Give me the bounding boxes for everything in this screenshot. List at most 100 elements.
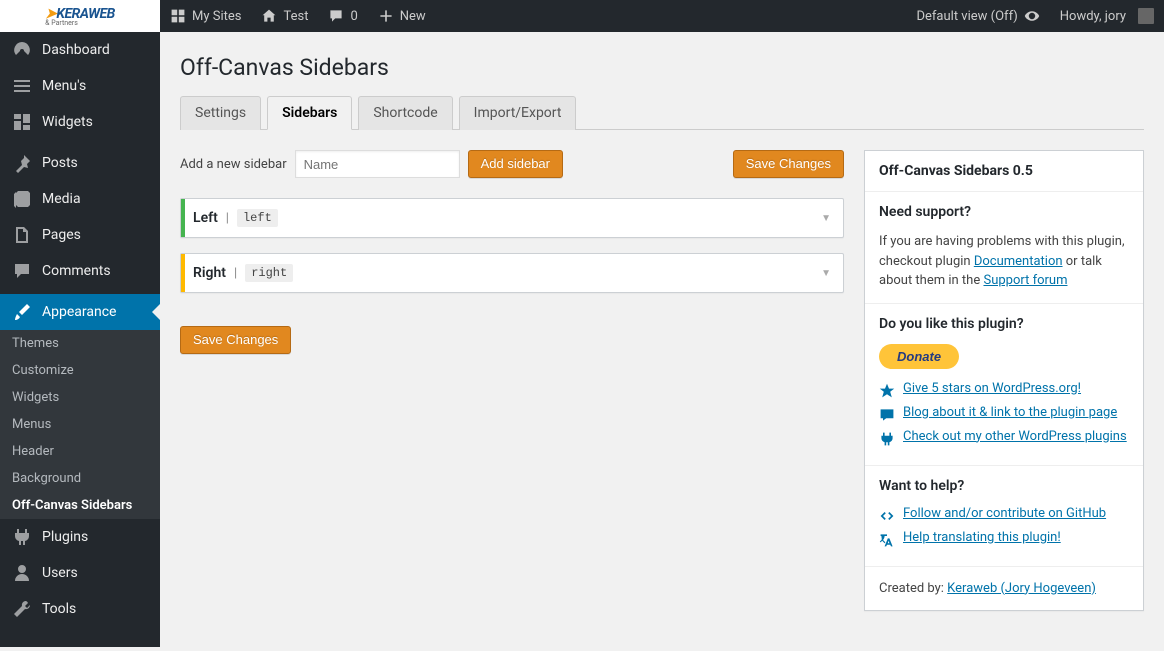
translate-link[interactable]: Help translating this plugin!: [903, 530, 1061, 545]
tab-nav: Settings Sidebars Shortcode Import/Expor…: [180, 96, 1144, 130]
documentation-link[interactable]: Documentation: [974, 254, 1063, 269]
blog-icon: [879, 407, 895, 423]
plus-icon: [378, 8, 394, 24]
translate-icon: [879, 532, 895, 548]
tab-settings[interactable]: Settings: [180, 96, 261, 130]
avatar: [1138, 8, 1154, 24]
submenu-header[interactable]: Header: [0, 438, 160, 465]
like-heading: Do you like this plugin?: [879, 316, 1129, 332]
status-border: [181, 254, 185, 292]
sidebar-name-input[interactable]: [295, 150, 460, 178]
menu-comments[interactable]: Comments: [0, 253, 160, 289]
my-sites-menu[interactable]: My Sites: [160, 0, 251, 32]
wrench-icon: [12, 599, 32, 619]
add-sidebar-label: Add a new sidebar: [180, 157, 287, 172]
created-by: Created by: Keraweb (Jory Hogeveen): [879, 579, 1129, 599]
tab-import-export[interactable]: Import/Export: [459, 96, 577, 130]
menu-posts[interactable]: Posts: [0, 145, 160, 181]
help-heading: Want to help?: [879, 478, 1129, 494]
home-icon: [261, 8, 277, 24]
page-icon: [12, 225, 32, 245]
submenu-themes[interactable]: Themes: [0, 330, 160, 357]
github-link[interactable]: Follow and/or contribute on GitHub: [903, 506, 1106, 521]
metabox-toggle-head[interactable]: Right | right ▼: [181, 254, 843, 292]
sidebar-title: Right: [193, 265, 226, 281]
site-name-label: Test: [283, 9, 308, 24]
menu-icon: [12, 76, 32, 96]
other-plugins-link[interactable]: Check out my other WordPress plugins: [903, 429, 1127, 444]
comment-count: 0: [350, 9, 357, 24]
menu-users[interactable]: Users: [0, 555, 160, 591]
add-sidebar-button[interactable]: Add sidebar: [468, 150, 563, 178]
menu-dashboard[interactable]: Dashboard: [0, 32, 160, 68]
menu-label: Comments: [42, 263, 111, 279]
admin-toolbar: ➤KERAWEB & Partners My Sites Test 0 New …: [0, 0, 1164, 32]
submenu-menus[interactable]: Menus: [0, 411, 160, 438]
support-forum-link[interactable]: Support forum: [983, 273, 1067, 288]
page-title: Off-Canvas Sidebars: [180, 54, 1144, 81]
donate-button[interactable]: Donate: [879, 344, 959, 369]
panel-version-title: Off-Canvas Sidebars 0.5: [879, 163, 1129, 179]
menu-widgets-top[interactable]: Widgets: [0, 104, 160, 140]
content-area: Off-Canvas Sidebars Settings Sidebars Sh…: [160, 32, 1164, 651]
list-item: Give 5 stars on WordPress.org!: [879, 381, 1129, 399]
sidebar-metabox: Left | left ▼: [180, 198, 844, 238]
info-panel: Off-Canvas Sidebars 0.5 Need support? If…: [864, 150, 1144, 611]
brush-icon: [12, 302, 32, 322]
chevron-down-icon: ▼: [821, 268, 831, 279]
submenu-widgets[interactable]: Widgets: [0, 384, 160, 411]
menu-plugins[interactable]: Plugins: [0, 519, 160, 555]
menu-label: Users: [42, 565, 78, 581]
new-content-menu[interactable]: New: [368, 0, 436, 32]
support-heading: Need support?: [879, 204, 1129, 220]
default-view-label: Default view (Off): [916, 9, 1017, 24]
sites-icon: [170, 8, 186, 24]
add-sidebar-row: Add a new sidebar Add sidebar Save Chang…: [180, 150, 844, 178]
rate-link[interactable]: Give 5 stars on WordPress.org!: [903, 381, 1081, 396]
comments-link[interactable]: 0: [318, 0, 367, 32]
site-logo[interactable]: ➤KERAWEB & Partners: [0, 0, 160, 32]
menu-menus[interactable]: Menu's: [0, 68, 160, 104]
tab-shortcode[interactable]: Shortcode: [358, 96, 452, 130]
menu-label: Menu's: [42, 78, 86, 94]
admin-sidebar: Dashboard Menu's Widgets Posts Media Pag…: [0, 32, 160, 647]
sidebar-slug: left: [237, 209, 278, 227]
menu-label: Pages: [42, 227, 81, 243]
sidebar-metabox: Right | right ▼: [180, 253, 844, 293]
list-item: Help translating this plugin!: [879, 530, 1129, 548]
my-sites-label: My Sites: [192, 9, 241, 24]
separator: |: [234, 266, 237, 281]
menu-label: Widgets: [42, 114, 93, 130]
star-icon: [879, 383, 895, 399]
submenu-customize[interactable]: Customize: [0, 357, 160, 384]
submenu-off-canvas[interactable]: Off-Canvas Sidebars: [0, 492, 160, 519]
menu-label: Media: [42, 191, 81, 207]
plugin-icon: [12, 527, 32, 547]
sidebar-slug: right: [245, 264, 293, 282]
list-item: Check out my other WordPress plugins: [879, 429, 1129, 447]
site-link[interactable]: Test: [251, 0, 318, 32]
menu-label: Dashboard: [42, 42, 110, 58]
metabox-toggle-head[interactable]: Left | left ▼: [181, 199, 843, 237]
plugin-icon: [879, 431, 895, 447]
widgets-icon: [12, 112, 32, 132]
author-link[interactable]: Keraweb (Jory Hogeveen): [947, 581, 1096, 596]
media-icon: [12, 189, 32, 209]
default-view-toggle[interactable]: Default view (Off): [906, 0, 1049, 32]
blog-link[interactable]: Blog about it & link to the plugin page: [903, 405, 1117, 420]
save-changes-button-bottom[interactable]: Save Changes: [180, 326, 291, 354]
code-icon: [879, 508, 895, 524]
user-menu[interactable]: Howdy, jory: [1050, 0, 1164, 32]
menu-appearance[interactable]: Appearance: [0, 294, 160, 330]
menu-pages[interactable]: Pages: [0, 217, 160, 253]
submenu-background[interactable]: Background: [0, 465, 160, 492]
menu-media[interactable]: Media: [0, 181, 160, 217]
chevron-down-icon: ▼: [821, 213, 831, 224]
list-item: Follow and/or contribute on GitHub: [879, 506, 1129, 524]
menu-tools[interactable]: Tools: [0, 591, 160, 627]
tab-sidebars[interactable]: Sidebars: [267, 96, 352, 130]
save-changes-button-top[interactable]: Save Changes: [733, 150, 844, 178]
comment-icon: [12, 261, 32, 281]
howdy-label: Howdy, jory: [1060, 9, 1126, 24]
support-text: If you are having problems with this plu…: [879, 232, 1129, 291]
